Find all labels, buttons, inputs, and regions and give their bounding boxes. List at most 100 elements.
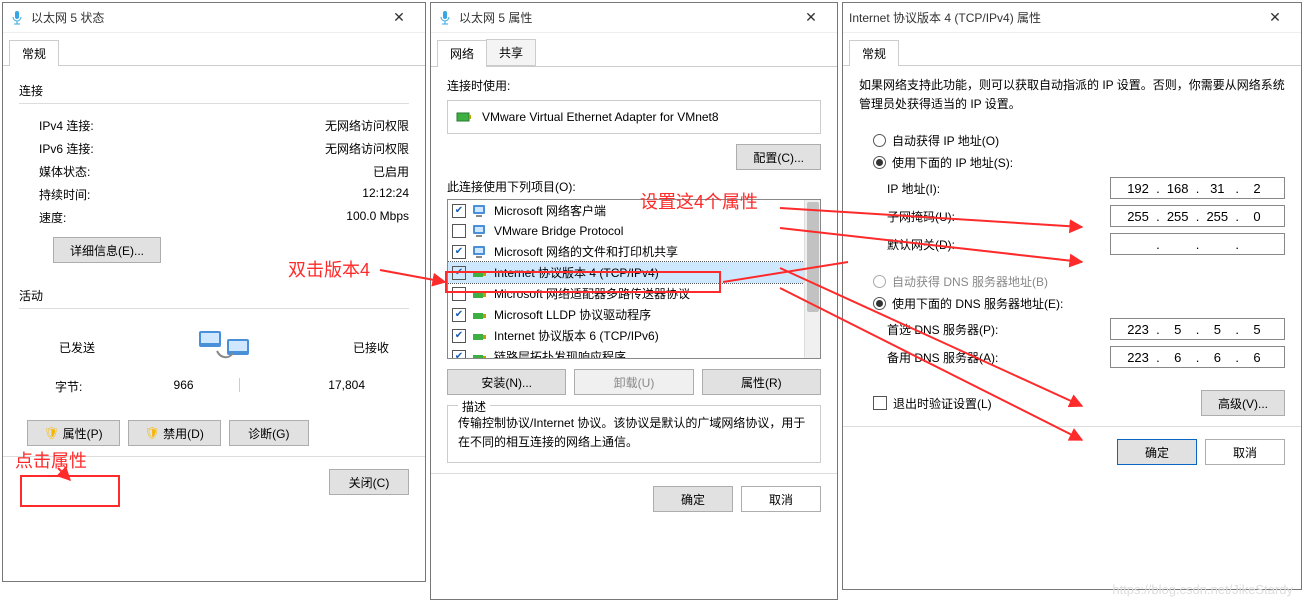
status-tabs: 常规: [3, 33, 425, 66]
list-item[interactable]: ✔ 链路层拓扑发现响应程序: [448, 346, 820, 359]
connection-section-label: 连接: [19, 82, 409, 99]
advanced-button[interactable]: 高级(V)...: [1201, 390, 1285, 416]
props-window: 以太网 5 属性 ✕ 网络 共享 连接时使用: VMware Virtual E…: [430, 2, 838, 600]
list-item-label: Microsoft LLDP 协议驱动程序: [494, 306, 651, 323]
shield-icon: 🛡: [145, 426, 160, 440]
status-content: 连接 IPv4 连接:无网络访问权限 IPv6 连接:无网络访问权限 媒体状态:…: [3, 66, 425, 456]
list-item[interactable]: Microsoft 网络适配器多路传送器协议: [448, 283, 820, 304]
media-value: 已启用: [373, 163, 409, 180]
close-button[interactable]: 关闭(C): [329, 469, 409, 495]
details-button[interactable]: 详细信息(E)...: [53, 237, 161, 263]
status-close-button[interactable]: ✕: [379, 4, 419, 32]
adapter-name: VMware Virtual Ethernet Adapter for VMne…: [482, 110, 719, 124]
diagnose-button[interactable]: 诊断(G): [229, 420, 309, 446]
ipv4-value: 无网络访问权限: [325, 117, 409, 134]
dns1-label: 首选 DNS 服务器(P):: [887, 321, 998, 338]
items-listbox[interactable]: ✔Microsoft 网络客户端VMware Bridge Protocol✔M…: [447, 199, 821, 359]
speed-label: 速度:: [39, 209, 66, 226]
disable-button[interactable]: 🛡 禁用(D): [128, 420, 221, 446]
props-close-button[interactable]: ✕: [791, 4, 831, 32]
checkbox-icon[interactable]: ✔: [452, 329, 466, 343]
protocol-icon: [472, 349, 488, 360]
list-item-label: Internet 协议版本 4 (TCP/IPv4): [494, 264, 659, 281]
ipv6-value: 无网络访问权限: [325, 140, 409, 157]
protocol-icon: [472, 307, 488, 323]
tab-general-ipv4[interactable]: 常规: [849, 40, 899, 66]
radio-auto-dns: 自动获得 DNS 服务器地址(B): [873, 273, 1048, 290]
list-item-label: Microsoft 网络适配器多路传送器协议: [494, 285, 690, 302]
checkbox-icon[interactable]: [452, 224, 466, 238]
dns1-field[interactable]: 223. 5. 5. 5: [1110, 318, 1285, 340]
checkbox-icon[interactable]: ✔: [452, 266, 466, 280]
ok-button[interactable]: 确定: [1117, 439, 1197, 465]
list-item-label: VMware Bridge Protocol: [494, 224, 623, 238]
uses-label: 此连接使用下列项目(O):: [447, 178, 821, 195]
list-item[interactable]: VMware Bridge Protocol: [448, 221, 820, 241]
ipv4-tabs: 常规: [843, 33, 1301, 66]
checkbox-icon[interactable]: [452, 287, 466, 301]
list-item-label: 链路层拓扑发现响应程序: [494, 348, 626, 359]
list-item[interactable]: ✔ Microsoft 网络客户端: [448, 200, 820, 221]
ip-field[interactable]: 192. 168. 31. 2: [1110, 177, 1285, 199]
ip-label: IP 地址(I):: [887, 180, 940, 197]
props-title: 以太网 5 属性: [459, 9, 532, 26]
list-item[interactable]: ✔Internet 协议版本 6 (TCP/IPv6): [448, 325, 820, 346]
shield-icon: 🛡: [44, 426, 59, 440]
props-tabs: 网络 共享: [431, 33, 837, 67]
protocol-icon: [472, 286, 488, 302]
checkbox-icon[interactable]: ✔: [452, 308, 466, 322]
checkbox-icon[interactable]: ✔: [452, 204, 466, 218]
cancel-button[interactable]: 取消: [1205, 439, 1285, 465]
status-titlebar: 以太网 5 状态 ✕: [3, 3, 425, 33]
list-item[interactable]: ✔ Internet 协议版本 4 (TCP/IPv4): [448, 262, 820, 283]
props-content: 连接时使用: VMware Virtual Ethernet Adapter f…: [431, 67, 837, 473]
checkbox-icon[interactable]: ✔: [452, 350, 466, 360]
ipv4-intro: 如果网络支持此功能，则可以获取自动指派的 IP 设置。否则，你需要从网络系统管理…: [859, 76, 1285, 114]
item-properties-button[interactable]: 属性(R): [702, 369, 821, 395]
tab-network[interactable]: 网络: [437, 40, 487, 67]
properties-button[interactable]: 🛡 属性(P): [27, 420, 120, 446]
cancel-button[interactable]: 取消: [741, 486, 821, 512]
status-title: 以太网 5 状态: [31, 9, 104, 26]
install-button[interactable]: 安装(N)...: [447, 369, 566, 395]
props-titlebar: 以太网 5 属性 ✕: [431, 3, 837, 33]
microphone-icon: [437, 10, 453, 26]
gateway-field[interactable]: . . .: [1110, 233, 1285, 255]
duration-label: 持续时间:: [39, 186, 90, 203]
duration-value: 12:12:24: [362, 186, 409, 203]
list-item[interactable]: ✔ Microsoft LLDP 协议驱动程序: [448, 304, 820, 325]
configure-button[interactable]: 配置(C)...: [736, 144, 821, 170]
tab-share[interactable]: 共享: [486, 39, 536, 66]
adapter-box: VMware Virtual Ethernet Adapter for VMne…: [447, 100, 821, 134]
ok-button[interactable]: 确定: [653, 486, 733, 512]
listbox-scrollbar[interactable]: [804, 200, 820, 358]
ipv4-title: Internet 协议版本 4 (TCP/IPv4) 属性: [849, 9, 1041, 26]
list-item[interactable]: ✔Microsoft 网络的文件和打印机共享: [448, 241, 820, 262]
validate-checkbox[interactable]: 退出时验证设置(L): [873, 395, 992, 412]
description-legend: 描述: [458, 398, 490, 415]
ipv4-close-button[interactable]: ✕: [1255, 4, 1295, 32]
media-label: 媒体状态:: [39, 163, 90, 180]
adapter-icon: [456, 109, 472, 125]
bytes-label: 字节:: [55, 378, 82, 395]
sent-label: 已发送: [59, 339, 95, 356]
connect-using-label: 连接时使用:: [447, 77, 821, 94]
dns2-field[interactable]: 223. 6. 6. 6: [1110, 346, 1285, 368]
tab-general[interactable]: 常规: [9, 40, 59, 66]
list-item-label: Microsoft 网络客户端: [494, 202, 606, 219]
uninstall-button[interactable]: 卸载(U): [574, 369, 693, 395]
network-computers-icon: [195, 325, 253, 369]
radio-manual-dns[interactable]: 使用下面的 DNS 服务器地址(E):: [873, 295, 1063, 312]
bytes-recv: 17,804: [285, 378, 365, 395]
protocol-icon: [472, 265, 488, 281]
radio-auto-ip[interactable]: 自动获得 IP 地址(O): [873, 132, 999, 149]
ipv4-titlebar: Internet 协议版本 4 (TCP/IPv4) 属性 ✕: [843, 3, 1301, 33]
protocol-icon: [472, 328, 488, 344]
checkbox-icon[interactable]: ✔: [452, 245, 466, 259]
net-client-icon: [472, 223, 488, 239]
mask-field[interactable]: 255. 255. 255. 0: [1110, 205, 1285, 227]
radio-manual-ip[interactable]: 使用下面的 IP 地址(S):: [873, 154, 1013, 171]
net-client-icon: [472, 244, 488, 260]
ipv4-content: 如果网络支持此功能，则可以获取自动指派的 IP 设置。否则，你需要从网络系统管理…: [843, 66, 1301, 426]
mask-label: 子网掩码(U):: [887, 208, 955, 225]
